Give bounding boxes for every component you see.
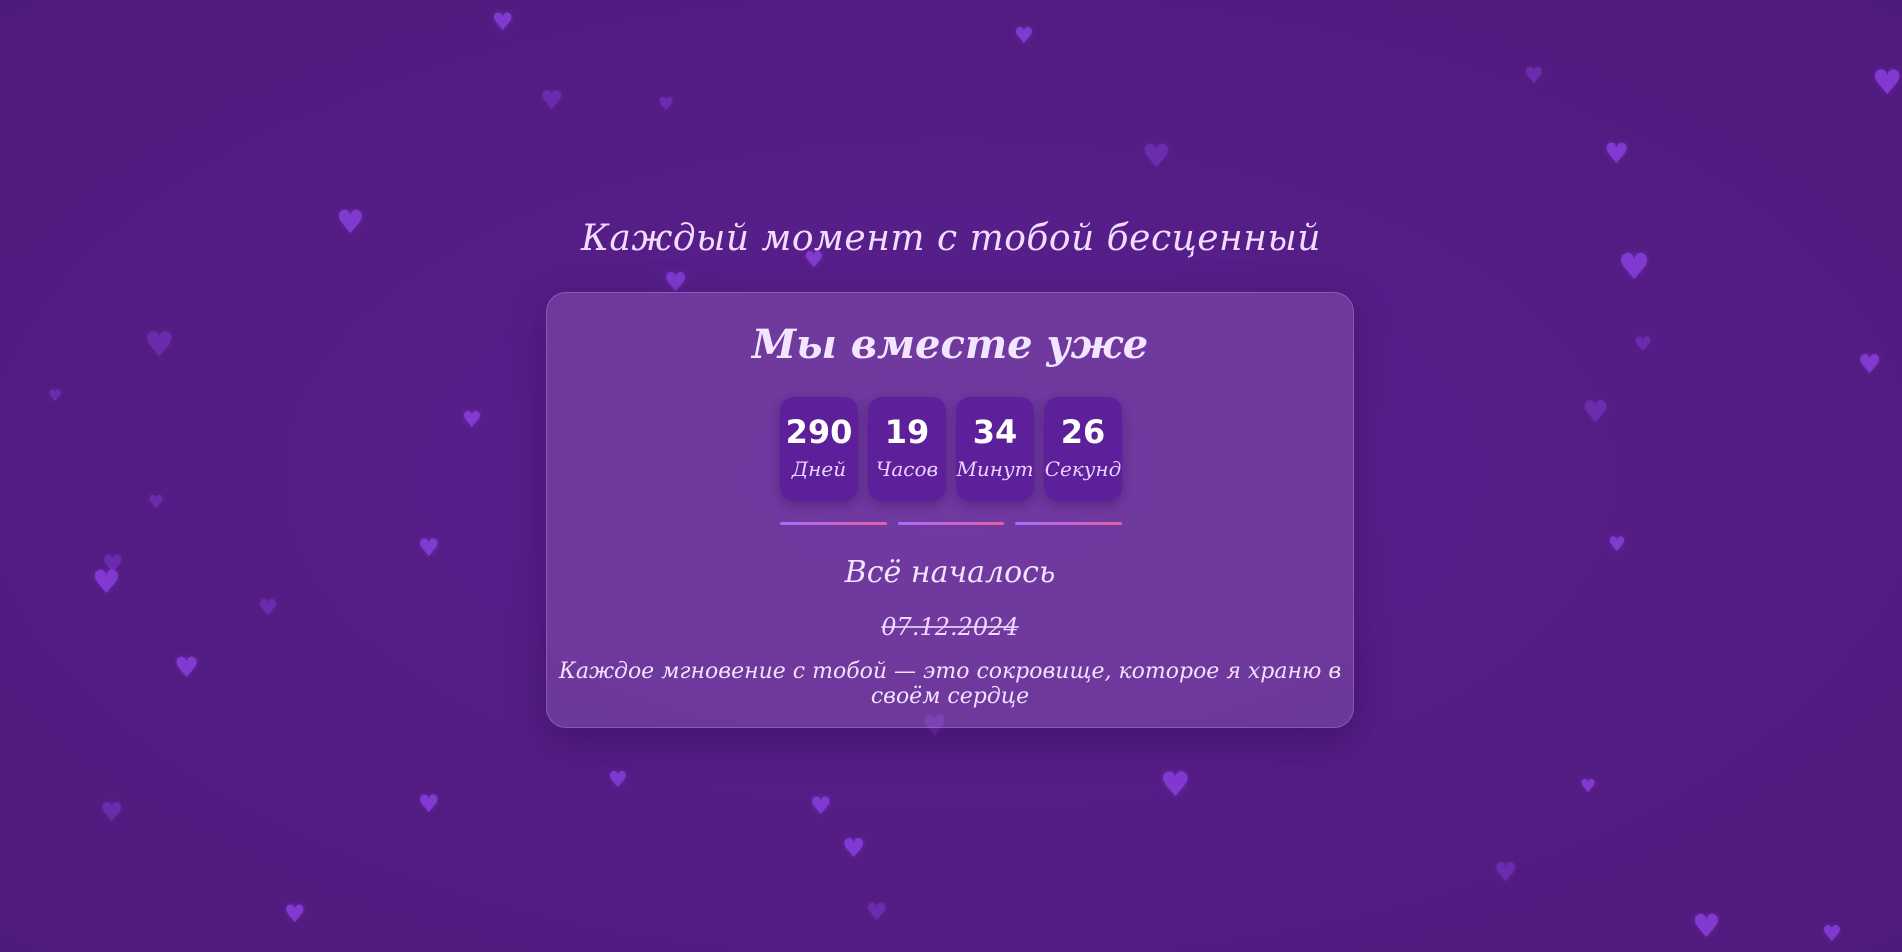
divider [1015,522,1123,525]
page-subtitle: Каждый момент с тобой бесценный [581,218,1321,259]
began-label: Всё началось [844,555,1056,590]
heart-icon: ♥ [492,8,514,36]
divider [780,522,887,525]
counter-minutes: 34 Минут [956,397,1034,501]
heart-icon: ♥ [48,386,63,405]
counter-unit: Минут [956,457,1034,481]
heart-icon: ♥ [842,834,866,864]
heart-icon: ♥ [418,534,440,562]
heart-icon: ♥ [1014,24,1034,49]
heart-icon: ♥ [1858,350,1882,380]
heart-icon: ♥ [540,86,564,116]
heart-icon: ♥ [92,563,121,601]
counter-unit: Часов [875,457,939,481]
heart-icon: ♥ [418,790,440,818]
heart-icon: ♥ [148,492,165,513]
counter-seconds: 26 Секунд [1044,397,1122,501]
began-date: 07.12.2024 [881,613,1019,641]
counter-row: 290 Дней 19 Часов 34 Минут 26 Секунд [780,397,1124,503]
heart-icon: ♥ [810,792,832,820]
heart-icon: ♥ [1634,332,1652,356]
heart-icon: ♥ [258,596,278,621]
heart-icon: ♥ [608,768,628,793]
heart-icon: ♥ [174,651,200,684]
counter-unit: Секунд [1044,457,1122,481]
counter-value: 26 [1060,413,1106,451]
heart-icon: ♥ [144,325,175,365]
divider-lines [780,522,1123,526]
heart-icon: ♥ [866,898,888,926]
heart-icon: ♥ [1582,395,1609,430]
heart-icon: ♥ [1160,765,1191,805]
heart-icon: ♥ [1142,137,1171,175]
counter-value: 19 [884,413,930,451]
counter-hours: 19 Часов [868,397,946,501]
heart-icon: ♥ [658,94,675,115]
heart-icon: ♥ [1608,532,1626,556]
heart-icon: ♥ [1604,137,1630,170]
counter-days: 290 Дней [780,397,858,501]
background: ♥ ♥ ♥ ♥ ♥ ♥ ♥ ♥ ♥ ♥ ♥ ♥ ♥ ♥ ♥ ♥ ♥ ♥ ♥ ♥ … [0,0,1902,952]
counter-value: 290 [785,413,853,451]
heart-icon: ♥ [100,798,124,828]
heart-icon: ♥ [1494,858,1518,888]
heart-icon: ♥ [1524,64,1544,89]
heart-icon: ♥ [462,408,482,433]
heart-icon: ♥ [284,900,306,928]
card-title: Мы вместе уже [751,321,1149,368]
counter-value: 34 [972,413,1018,451]
heart-icon: ♥ [1580,776,1597,797]
counter-unit: Дней [791,457,847,481]
counter-card: Мы вместе уже 290 Дней 19 Часов 34 Минут… [546,292,1354,728]
heart-icon: ♥ [1872,63,1902,103]
heart-icon: ♥ [1692,907,1721,945]
heart-icon: ♥ [1822,922,1842,947]
love-quote: Каждое мгновение с тобой — это сокровище… [558,659,1342,709]
divider [897,522,1005,525]
